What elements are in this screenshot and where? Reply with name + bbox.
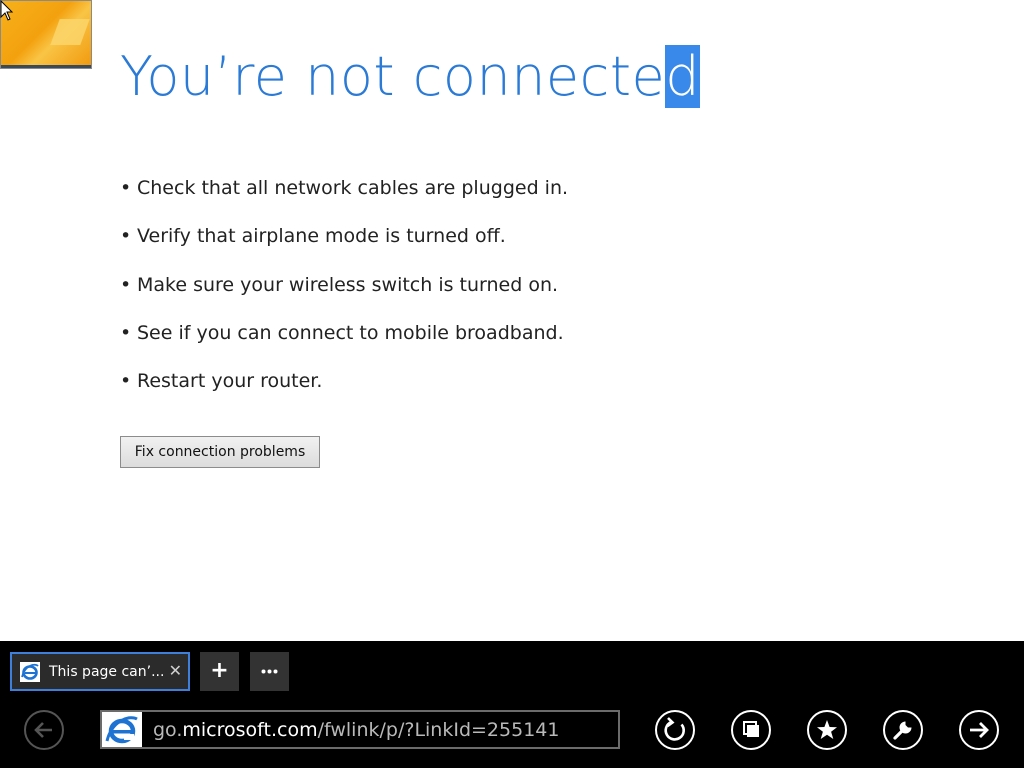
list-item-text: Verify that airplane mode is turned off. <box>137 225 506 248</box>
ie-logo-icon <box>20 662 40 682</box>
list-item: • Check that all network cables are plugg… <box>120 174 568 222</box>
favorites-button[interactable] <box>807 710 847 750</box>
address-bar[interactable]: go.microsoft.com/fwlink/p/?LinkId=255141 <box>100 710 620 749</box>
tab-label: This page can’... <box>49 664 165 680</box>
list-item-text: Make sure your wireless switch is turned… <box>137 273 559 296</box>
back-arrow-icon <box>34 722 52 738</box>
refresh-button[interactable] <box>655 710 695 750</box>
browser-window: You’re not connected • Check that all net… <box>0 0 1024 768</box>
list-item: • Verify that airplane mode is turned off… <box>120 222 568 270</box>
favorites-star-icon <box>817 720 837 739</box>
page-title-selection: d <box>665 45 701 108</box>
bullet: • <box>120 225 132 248</box>
bullet: • <box>120 273 132 296</box>
page-tools-button[interactable] <box>883 710 923 750</box>
bullet: • <box>120 370 132 393</box>
ellipsis-icon <box>261 669 278 674</box>
bullet: • <box>120 321 132 344</box>
list-item: • See if you can connect to mobile broadb… <box>120 319 568 367</box>
refresh-icon <box>664 717 685 741</box>
page-title-text: You’re not connecte <box>120 45 666 108</box>
list-item: • Make sure your wireless switch is turne… <box>120 271 568 319</box>
tab-tools-button[interactable] <box>250 652 289 691</box>
troubleshooting-list: • Check that all network cables are plugg… <box>120 174 568 415</box>
close-tab-icon[interactable]: ✕ <box>169 660 182 682</box>
url-domain: microsoft.com <box>182 719 318 741</box>
list-item: • Restart your router. <box>120 367 568 415</box>
forward-arrow-icon <box>970 722 989 738</box>
list-item-text: Restart your router. <box>137 370 323 393</box>
new-tab-button[interactable]: + <box>200 652 239 691</box>
address-url[interactable]: go.microsoft.com/fwlink/p/?LinkId=255141 <box>153 719 559 741</box>
tools-wrench-icon <box>893 721 912 740</box>
tabs-button[interactable] <box>731 710 771 750</box>
mouse-cursor-icon <box>0 0 14 21</box>
url-path: /fwlink/p/?LinkId=255141 <box>317 719 560 741</box>
desktop-taskbar <box>1 65 91 68</box>
url-prefix: go. <box>153 719 183 741</box>
list-item-text: See if you can connect to mobile broadba… <box>137 321 564 344</box>
page-title: You’re not connected <box>120 40 701 114</box>
back-button[interactable] <box>24 710 64 750</box>
tab-active[interactable]: This page can’... ✕ <box>10 652 190 691</box>
list-item-text: Check that all network cables are plugge… <box>137 177 569 199</box>
fix-connection-problems-button[interactable]: Fix connection problems <box>120 436 320 468</box>
bullet: • <box>120 177 132 199</box>
ie-logo-icon <box>105 716 138 744</box>
site-icon-box <box>102 712 142 747</box>
go-forward-button[interactable] <box>959 710 999 750</box>
tabs-icon <box>743 721 759 737</box>
desktop-wallpaper-shape <box>50 19 90 45</box>
browser-app-bar: This page can’... ✕ + go.microsoft.com/f… <box>0 641 1024 768</box>
